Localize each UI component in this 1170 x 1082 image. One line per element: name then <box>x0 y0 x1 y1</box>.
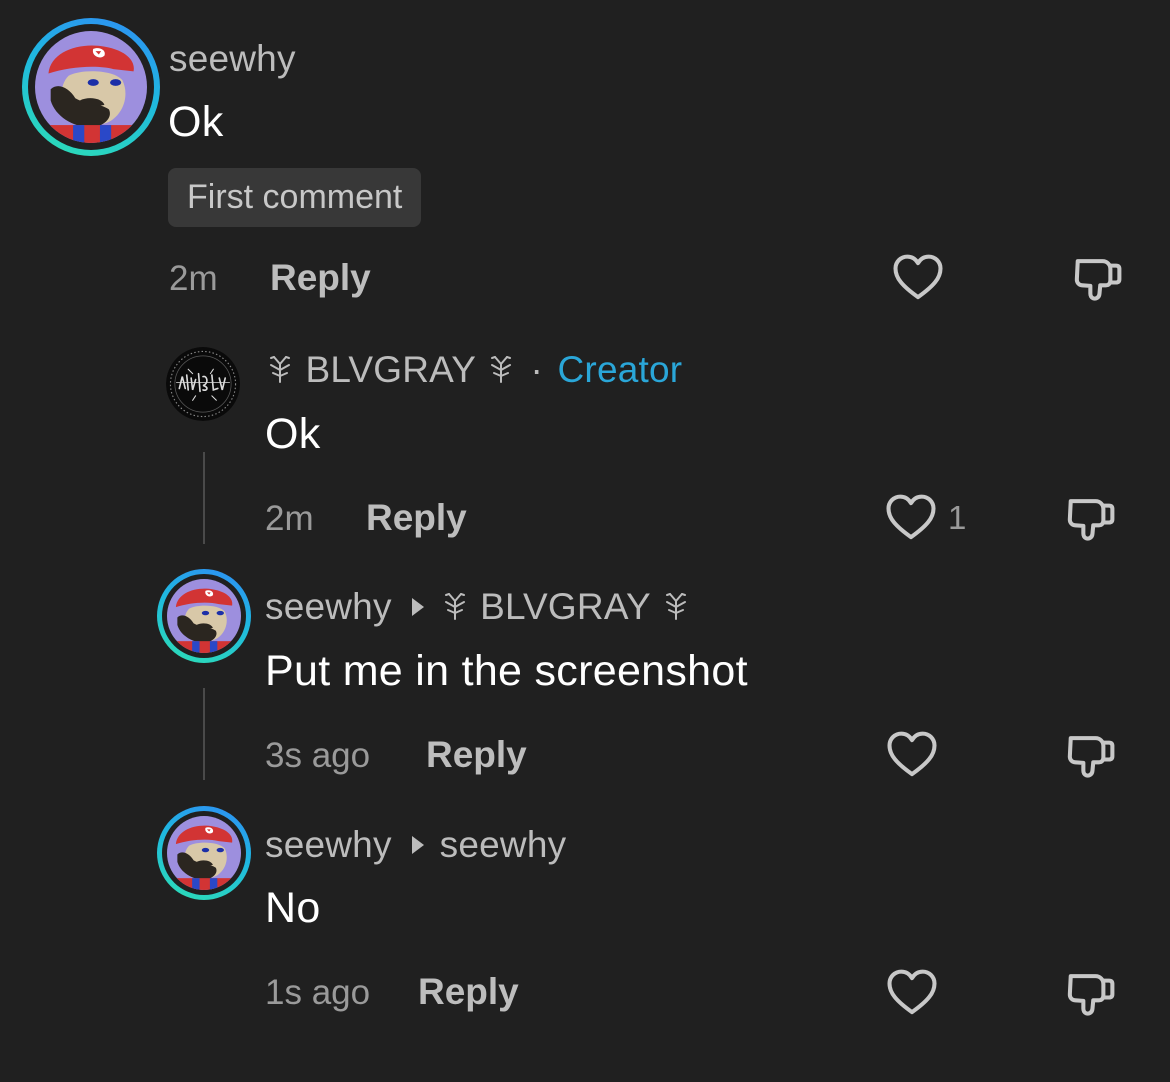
avatar-seewhy[interactable] <box>22 18 160 156</box>
reply-button[interactable]: Reply <box>418 971 519 1013</box>
comment-username[interactable]: seewhy BLVGRAY <box>265 586 691 628</box>
comment-timestamp: 3s ago <box>265 736 371 775</box>
caret-right-icon <box>411 598 424 616</box>
separator-dot: · <box>530 349 544 390</box>
username-label: seewhy <box>265 824 392 865</box>
username-label: BLVGRAY <box>305 349 476 390</box>
like-count: 1 <box>948 499 967 536</box>
thumbs-down-outline-icon[interactable] <box>1071 251 1125 305</box>
heart-outline-icon[interactable] <box>885 728 939 782</box>
thread-line <box>203 452 205 544</box>
heart-outline-icon[interactable] <box>884 491 938 545</box>
blvgray-logo-avatar-image <box>166 347 240 421</box>
comment-username[interactable]: seewhy <box>169 38 296 80</box>
reply-to-username[interactable]: BLVGRAY <box>480 586 650 627</box>
sprout-icon <box>440 591 470 621</box>
comment-text: No <box>265 884 321 932</box>
comment-text: Ok <box>168 98 224 146</box>
first-comment-badge: First comment <box>168 168 422 227</box>
avatar-seewhy[interactable] <box>157 569 251 663</box>
reply-button[interactable]: Reply <box>270 257 371 299</box>
thumbs-down-outline-icon[interactable] <box>1064 728 1118 782</box>
reply-button[interactable]: Reply <box>366 497 467 539</box>
comment-timestamp: 2m <box>265 499 314 538</box>
comment-text: Ok <box>265 410 321 458</box>
avatar-seewhy[interactable] <box>157 806 251 900</box>
heart-outline-icon[interactable] <box>891 251 945 305</box>
mario-avatar-image <box>167 579 241 653</box>
reply-to-username[interactable]: seewhy <box>440 824 567 865</box>
creator-label: Creator <box>557 349 683 390</box>
sprout-icon <box>486 354 516 384</box>
thumbs-down-outline-icon[interactable] <box>1064 966 1118 1020</box>
heart-outline-icon[interactable] <box>885 966 939 1020</box>
reply-button[interactable]: Reply <box>426 734 527 776</box>
username-label: seewhy <box>265 586 392 627</box>
sprout-icon <box>661 591 691 621</box>
comment-timestamp: 1s ago <box>265 973 371 1012</box>
username-label: seewhy <box>169 38 296 79</box>
comment-username[interactable]: BLVGRAY · Creator <box>265 349 682 391</box>
comment-username[interactable]: seewhy seewhy <box>265 824 566 866</box>
mario-avatar-image <box>35 31 147 143</box>
thread-line <box>203 688 205 780</box>
sprout-icon <box>265 354 295 384</box>
mario-avatar-image <box>167 816 241 890</box>
avatar-blvgray[interactable] <box>166 347 240 421</box>
comment-timestamp: 2m <box>169 259 218 298</box>
thumbs-down-outline-icon[interactable] <box>1064 491 1118 545</box>
comment-text: Put me in the screenshot <box>265 647 748 695</box>
caret-right-icon <box>411 836 424 854</box>
